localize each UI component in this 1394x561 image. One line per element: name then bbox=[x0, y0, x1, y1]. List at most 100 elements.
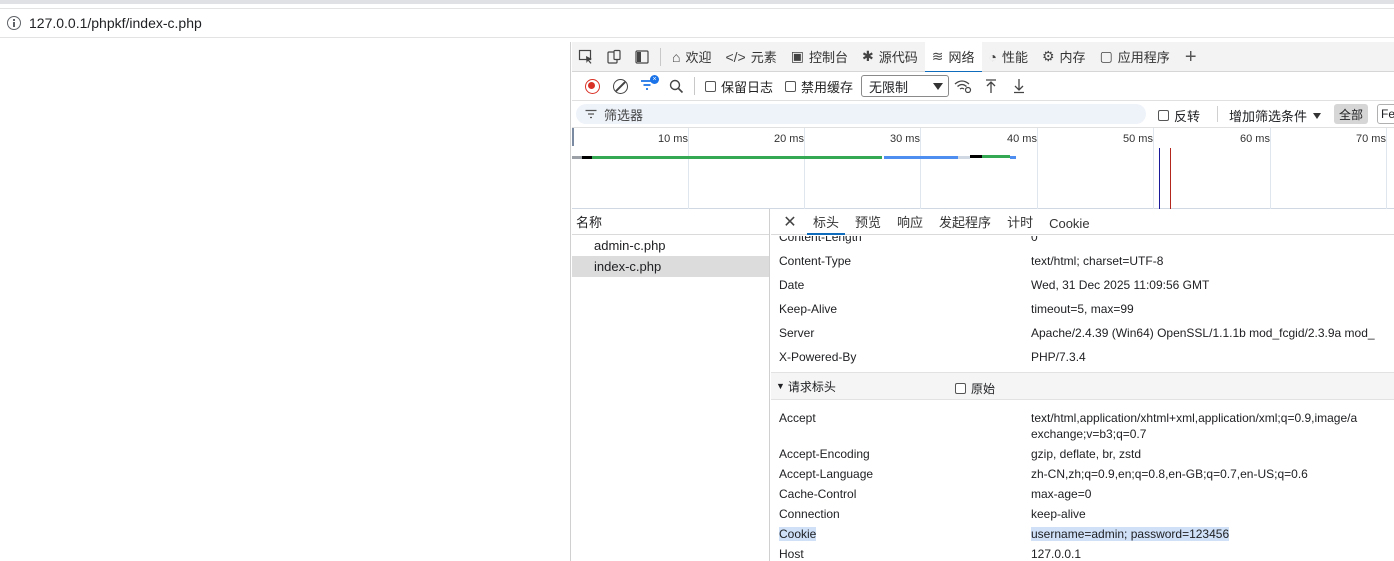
details-tab[interactable]: 响应 bbox=[891, 212, 929, 234]
overview-tick-label: 30 ms bbox=[890, 133, 920, 145]
header-name: Accept bbox=[779, 411, 816, 425]
devtools-tab-label: 源代码 bbox=[878, 50, 918, 65]
request-row[interactable]: index-c.php bbox=[572, 256, 769, 277]
header-name: Connection bbox=[779, 507, 840, 521]
add-filter-condition-button[interactable]: 增加筛选条件 bbox=[1229, 106, 1322, 125]
header-value: Wed, 31 Dec 2025 11:09:56 GMT bbox=[1031, 278, 1210, 292]
overview-bar-index-c-wait bbox=[970, 155, 982, 158]
invert-checkbox[interactable]: 反转 bbox=[1158, 106, 1200, 125]
overview-gridline bbox=[804, 128, 805, 210]
devtools-tab[interactable]: ⚙ 内存 bbox=[1035, 42, 1093, 72]
name-column-header[interactable]: 名称 bbox=[572, 209, 769, 235]
filter-type-all[interactable]: 全部 bbox=[1334, 104, 1368, 124]
details-tab[interactable]: 计时 bbox=[1001, 212, 1039, 234]
header-value: 0 bbox=[1031, 236, 1038, 244]
close-icon[interactable]: ✕ bbox=[781, 210, 799, 234]
devtools-tab[interactable]: ◔ 性能 bbox=[982, 42, 1035, 72]
details-tab[interactable]: 发起程序 bbox=[933, 212, 997, 234]
request-headers-section[interactable]: ▼ 请求标头 原始 bbox=[771, 372, 1394, 400]
devtools-tab[interactable]: ≋ 网络 bbox=[924, 41, 982, 73]
tab-separator bbox=[660, 47, 661, 66]
throttling-select[interactable]: 无限制 bbox=[861, 75, 950, 97]
raw-headers-checkbox[interactable]: 原始 bbox=[955, 380, 995, 397]
filter-toggle-button[interactable]: × bbox=[634, 73, 662, 99]
bug-icon: ✱ bbox=[862, 48, 874, 64]
chevron-down-icon bbox=[933, 83, 944, 90]
filter-type-fetch[interactable]: Fe bbox=[1377, 104, 1394, 124]
filter-bar: 筛选器 反转 增加筛选条件 全部 Fe bbox=[572, 101, 1394, 127]
invert-label: 反转 bbox=[1174, 109, 1201, 124]
wifi-icon: ≋ bbox=[931, 48, 944, 64]
triangle-down-icon: ▼ bbox=[776, 381, 785, 391]
clear-button[interactable] bbox=[606, 73, 634, 99]
checkbox-box[interactable] bbox=[955, 383, 966, 394]
overview-bar-admin-c-download bbox=[592, 156, 882, 159]
overview-bar-index-c-queue bbox=[884, 156, 958, 159]
url-field[interactable]: 127.0.0.1/phpkf/index-c.php bbox=[0, 8, 1394, 38]
overview-bar-index-c-stall bbox=[958, 156, 970, 159]
dock-side-icon[interactable] bbox=[628, 42, 656, 72]
details-tab[interactable]: 预览 bbox=[849, 212, 887, 234]
chevron-down-icon bbox=[1313, 112, 1322, 119]
record-button[interactable] bbox=[578, 73, 606, 99]
device-emulation-icon[interactable] bbox=[600, 42, 628, 72]
overview-tick-label: 60 ms bbox=[1240, 133, 1270, 145]
record-icon bbox=[584, 78, 600, 94]
checkbox-box[interactable] bbox=[1158, 110, 1169, 121]
url-text[interactable]: 127.0.0.1/phpkf/index-c.php bbox=[29, 15, 202, 31]
network-overview[interactable]: 10 ms 20 ms 30 ms 40 ms 50 ms 60 ms 70 ms bbox=[572, 127, 1394, 210]
disable-cache-checkbox[interactable]: 禁用缓存 bbox=[785, 77, 853, 96]
details-tab[interactable]: Cookie bbox=[1043, 216, 1095, 234]
dom-content-loaded-marker bbox=[1159, 148, 1160, 210]
export-har-button[interactable] bbox=[1005, 73, 1033, 99]
search-icon bbox=[669, 79, 683, 93]
devtools-tab[interactable]: ⌂ 欢迎 bbox=[665, 42, 718, 72]
header-value: max-age=0 bbox=[1031, 487, 1092, 501]
overview-tick-label: 70 ms bbox=[1356, 133, 1386, 145]
overview-bar-admin-c-wait bbox=[582, 156, 592, 159]
inspect-element-icon[interactable] bbox=[572, 42, 600, 72]
add-tool-icon[interactable]: + bbox=[1185, 47, 1197, 67]
header-name: Host bbox=[779, 547, 804, 561]
devtools-tab[interactable]: ▢ 应用程序 bbox=[1093, 42, 1177, 72]
toolbar-separator bbox=[694, 77, 695, 95]
devtools-tab[interactable]: </> 元素 bbox=[718, 42, 783, 72]
header-value: PHP/7.3.4 bbox=[1031, 350, 1086, 364]
checkbox-box[interactable] bbox=[785, 80, 797, 92]
devtools-tab-label: 控制台 bbox=[808, 50, 848, 65]
header-name: Content-Type bbox=[779, 254, 852, 268]
import-har-button[interactable] bbox=[977, 73, 1005, 99]
header-value: text/html; charset=UTF-8 bbox=[1031, 254, 1164, 268]
search-button[interactable] bbox=[662, 73, 690, 99]
header-value-continued: exchange;v=b3;q=0.7 bbox=[1031, 427, 1147, 441]
preserve-log-label: 保留日志 bbox=[721, 79, 774, 95]
header-value: timeout=5, max=99 bbox=[1031, 302, 1134, 316]
header-value: Apache/2.4.39 (Win64) OpenSSL/1.1.1b mod… bbox=[1031, 326, 1375, 340]
preserve-log-checkbox[interactable]: 保留日志 bbox=[705, 77, 773, 96]
request-row[interactable]: admin-c.php bbox=[572, 235, 769, 256]
filter-input[interactable]: 筛选器 bbox=[576, 104, 1146, 124]
details-tab[interactable]: 标头 bbox=[807, 212, 846, 235]
overview-bar-admin-c-queue bbox=[572, 156, 582, 159]
devtools-tab-label: 欢迎 bbox=[685, 50, 712, 65]
network-conditions-button[interactable] bbox=[949, 73, 977, 99]
devtools-tab[interactable]: ✱ 源代码 bbox=[855, 42, 925, 72]
header-name: Content-Length bbox=[779, 236, 862, 244]
console-icon: ▣ bbox=[790, 48, 804, 64]
header-value: zh-CN,zh;q=0.9,en;q=0.8,en-GB;q=0.7,en-U… bbox=[1031, 467, 1308, 481]
devtools-tab[interactable]: ▣ 控制台 bbox=[784, 42, 855, 72]
filter-separator bbox=[1217, 106, 1218, 122]
details-tab-bar: ✕ 标头 预览 响应 发起程序 计时 Cookie bbox=[771, 209, 1394, 235]
overview-tick-label: 10 ms bbox=[658, 133, 688, 145]
clear-icon bbox=[612, 78, 628, 94]
application-icon: ▢ bbox=[1099, 48, 1113, 64]
header-value: keep-alive bbox=[1031, 507, 1086, 521]
memory-icon: ⚙ bbox=[1041, 48, 1055, 64]
info-icon[interactable] bbox=[7, 16, 21, 30]
overview-tick-label: 20 ms bbox=[774, 133, 804, 145]
devtools-tab-label: 网络 bbox=[948, 50, 975, 65]
devtools-tab-strip: ⌂ 欢迎 </> 元素 ▣ 控制台 ✱ 源代码 ≋ 网络 ◔ 性能 ⚙ 内存 ▢ 应用程序 + bbox=[572, 41, 1394, 73]
header-value: text/html,application/xhtml+xml,applicat… bbox=[1031, 411, 1358, 425]
load-event-marker bbox=[1170, 148, 1171, 210]
checkbox-box[interactable] bbox=[705, 80, 716, 92]
